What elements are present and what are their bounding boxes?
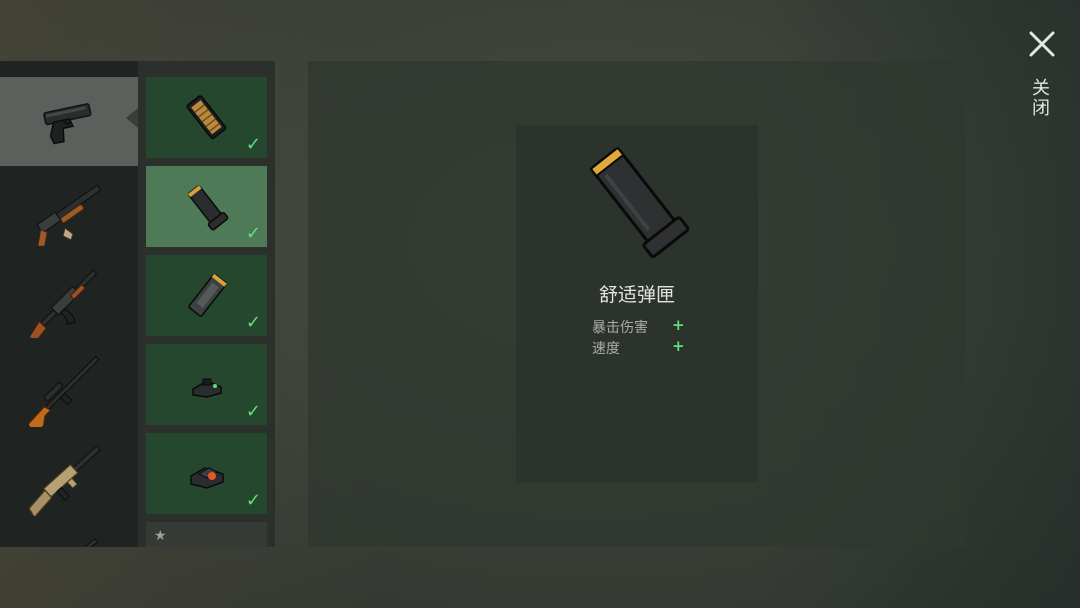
- attachment-slot-iron-sight[interactable]: ✓: [146, 344, 267, 425]
- weapon-slot-assault-rifle[interactable]: [0, 255, 138, 344]
- owned-check-icon: ✓: [245, 223, 261, 244]
- close-label[interactable]: 关闭: [1029, 78, 1052, 118]
- assault-rifle-icon: [29, 268, 98, 338]
- close-icon: [1029, 31, 1055, 57]
- comfort-magazine-icon: [187, 184, 228, 230]
- weapon-slot-rifle[interactable]: [0, 522, 138, 547]
- extended-magazine-icon: [185, 94, 226, 139]
- attachment-list: ✓ ✓ ✓ ✓ ✓ ★: [138, 61, 275, 547]
- pistol-icon: [43, 102, 92, 144]
- attachment-slot-extended-magazine[interactable]: ✓: [146, 77, 267, 158]
- stat-label-crit-damage: 暴击伤害: [592, 320, 648, 336]
- attachment-slot-locked[interactable]: ★: [146, 522, 267, 547]
- weapon-list: [0, 61, 138, 547]
- weapon-slot-sniper-rifle[interactable]: [0, 344, 138, 433]
- star-icon: ★: [154, 528, 167, 544]
- rifle-icon: [45, 537, 99, 547]
- attachment-slot-red-dot-sight[interactable]: ✓: [146, 433, 267, 514]
- tan-rifle-icon: [29, 444, 102, 516]
- comfort-magazine-preview-icon: [589, 146, 690, 258]
- sniper-rifle-icon: [29, 355, 100, 427]
- owned-check-icon: ✓: [245, 134, 261, 155]
- weapon-slot-shotgun[interactable]: [0, 166, 138, 255]
- attachment-slot-comfort-magazine[interactable]: ✓: [146, 166, 267, 247]
- close-button[interactable]: [1024, 26, 1060, 62]
- weapon-slot-pistol[interactable]: [0, 77, 138, 166]
- selection-pointer: [126, 108, 138, 128]
- stat-plus-icon: +: [672, 337, 685, 355]
- owned-check-icon: ✓: [245, 401, 261, 422]
- stat-label-speed: 速度: [592, 341, 620, 357]
- attachment-name: 舒适弹匣: [598, 284, 675, 306]
- red-dot-sight-icon: [189, 466, 224, 489]
- owned-check-icon: ✓: [245, 312, 261, 333]
- attachment-slot-standard-magazine[interactable]: ✓: [146, 255, 267, 336]
- weapon-slot-tan-rifle[interactable]: [0, 433, 138, 522]
- iron-sight-icon: [191, 378, 222, 398]
- standard-magazine-icon: [187, 273, 227, 317]
- stat-plus-icon: +: [672, 316, 685, 334]
- shotgun-icon: [36, 183, 102, 246]
- owned-check-icon: ✓: [245, 490, 261, 511]
